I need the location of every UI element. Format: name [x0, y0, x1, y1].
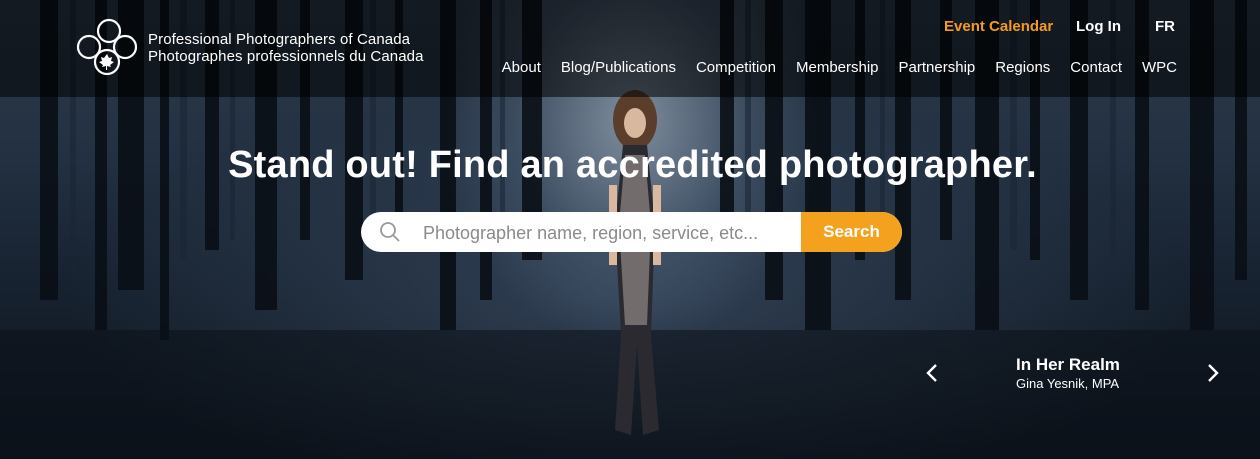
organization-name-en: Professional Photographers of Canada [148, 31, 411, 48]
language-toggle-fr[interactable]: FR [1155, 18, 1175, 35]
slide-caption: In Her Realm Gina Yesnik, MPA [1016, 355, 1120, 391]
event-calendar-link[interactable]: Event Calendar [944, 18, 1053, 35]
nav-item-wpc[interactable]: WPC [1142, 59, 1177, 76]
nav-item-about[interactable]: About [502, 59, 541, 76]
nav-item-membership[interactable]: Membership [796, 59, 879, 76]
nav-item-blog-publications[interactable]: Blog/Publications [561, 59, 676, 76]
main-navigation: About Blog/Publications Competition Memb… [502, 59, 1177, 76]
organization-name[interactable]: Professional Photographers of Canada Pho… [148, 31, 424, 65]
photographer-search-bar: Search [361, 212, 902, 252]
chevron-right-icon[interactable] [1205, 362, 1221, 384]
hero-headline: Stand out! Find an accredited photograph… [228, 144, 1037, 186]
model-figure-image [609, 90, 661, 435]
search-button[interactable]: Search [801, 212, 902, 252]
nav-item-competition[interactable]: Competition [696, 59, 776, 76]
search-icon [380, 222, 400, 242]
nav-item-contact[interactable]: Contact [1070, 59, 1122, 76]
nav-item-partnership[interactable]: Partnership [899, 59, 976, 76]
slide-author: Gina Yesnik, MPA [1016, 376, 1120, 391]
nav-item-regions[interactable]: Regions [995, 59, 1050, 76]
chevron-left-icon[interactable] [924, 362, 940, 384]
slide-title: In Her Realm [1016, 355, 1120, 374]
ppoc-circles-maple-leaf-icon[interactable] [76, 18, 138, 76]
search-input[interactable] [421, 212, 805, 252]
hero-banner: Professional Photographers of Canada Pho… [0, 0, 1260, 459]
login-link[interactable]: Log In [1076, 18, 1121, 35]
organization-name-fr: Photographes professionnels du Canada [148, 48, 424, 65]
